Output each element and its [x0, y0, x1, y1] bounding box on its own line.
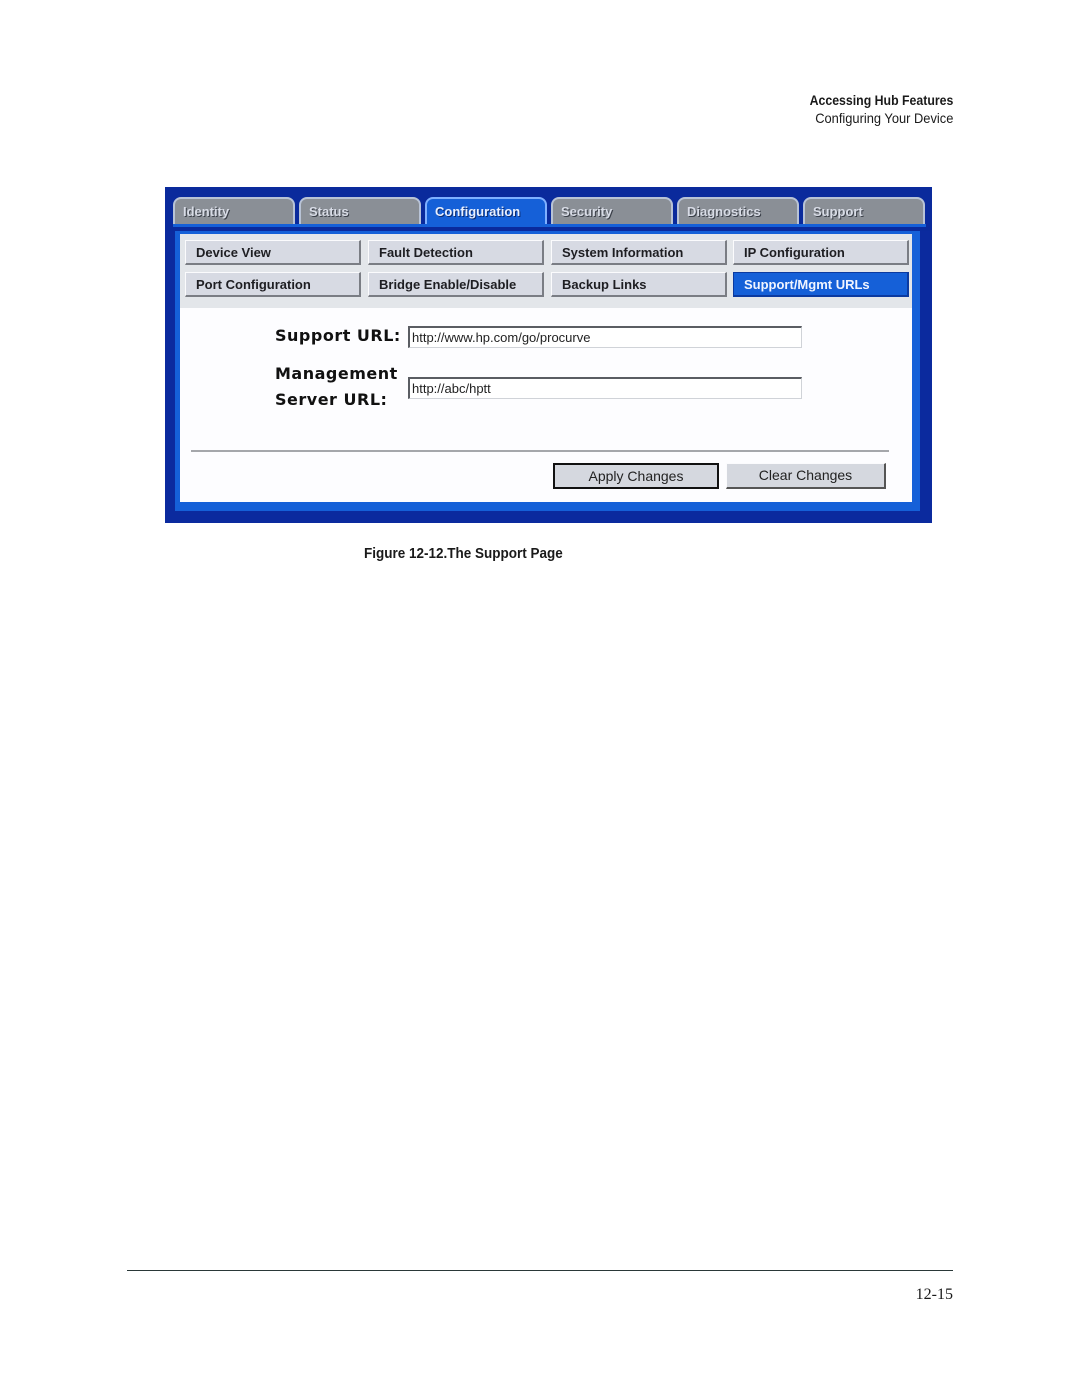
subnav-port-configuration[interactable]: Port Configuration — [185, 272, 361, 297]
tab-diagnostics[interactable]: Diagnostics — [677, 197, 799, 224]
tab-configuration[interactable]: Configuration — [425, 197, 547, 224]
subnav-support-mgmt-urls[interactable]: Support/Mgmt URLs — [733, 272, 909, 297]
figure-caption: Figure 12-12.The Support Page — [364, 545, 563, 562]
support-url-label: Support URL: — [275, 326, 401, 345]
footer-rule — [127, 1270, 953, 1271]
page-number: 12-15 — [915, 1286, 953, 1303]
section-title: Configuring Your Device — [814, 110, 953, 126]
subnav-backup-links[interactable]: Backup Links — [551, 272, 727, 297]
subnav-system-information[interactable]: System Information — [551, 240, 727, 265]
tab-underline — [173, 224, 926, 227]
mgmt-url-label-line1: Management — [275, 364, 398, 383]
running-head: Accessing Hub Features Configuring Your … — [790, 91, 953, 127]
subnav-bridge-enable-disable[interactable]: Bridge Enable/Disable — [368, 272, 544, 297]
tab-support[interactable]: Support — [803, 197, 925, 224]
tab-status[interactable]: Status — [299, 197, 421, 224]
clear-changes-button[interactable]: Clear Changes — [726, 463, 886, 489]
chapter-title: Accessing Hub Features — [809, 92, 953, 108]
support-url-input[interactable] — [408, 326, 802, 348]
screenshot-frame: Identity Status Configuration Security D… — [165, 187, 932, 523]
divider — [191, 450, 889, 452]
tab-bar: Identity Status Configuration Security D… — [173, 197, 926, 225]
subnav-device-view[interactable]: Device View — [185, 240, 361, 265]
subnav: Device View Fault Detection System Infor… — [180, 234, 912, 308]
mgmt-url-label-line2: Server URL: — [275, 390, 388, 409]
tab-security[interactable]: Security — [551, 197, 673, 224]
apply-changes-button[interactable]: Apply Changes — [553, 463, 719, 489]
subnav-ip-configuration[interactable]: IP Configuration — [733, 240, 909, 265]
content-panel-inner: Device View Fault Detection System Infor… — [180, 234, 912, 502]
mgmt-url-input[interactable] — [408, 377, 802, 399]
tab-identity[interactable]: Identity — [173, 197, 295, 224]
subnav-fault-detection[interactable]: Fault Detection — [368, 240, 544, 265]
content-panel: Device View Fault Detection System Infor… — [175, 231, 920, 511]
